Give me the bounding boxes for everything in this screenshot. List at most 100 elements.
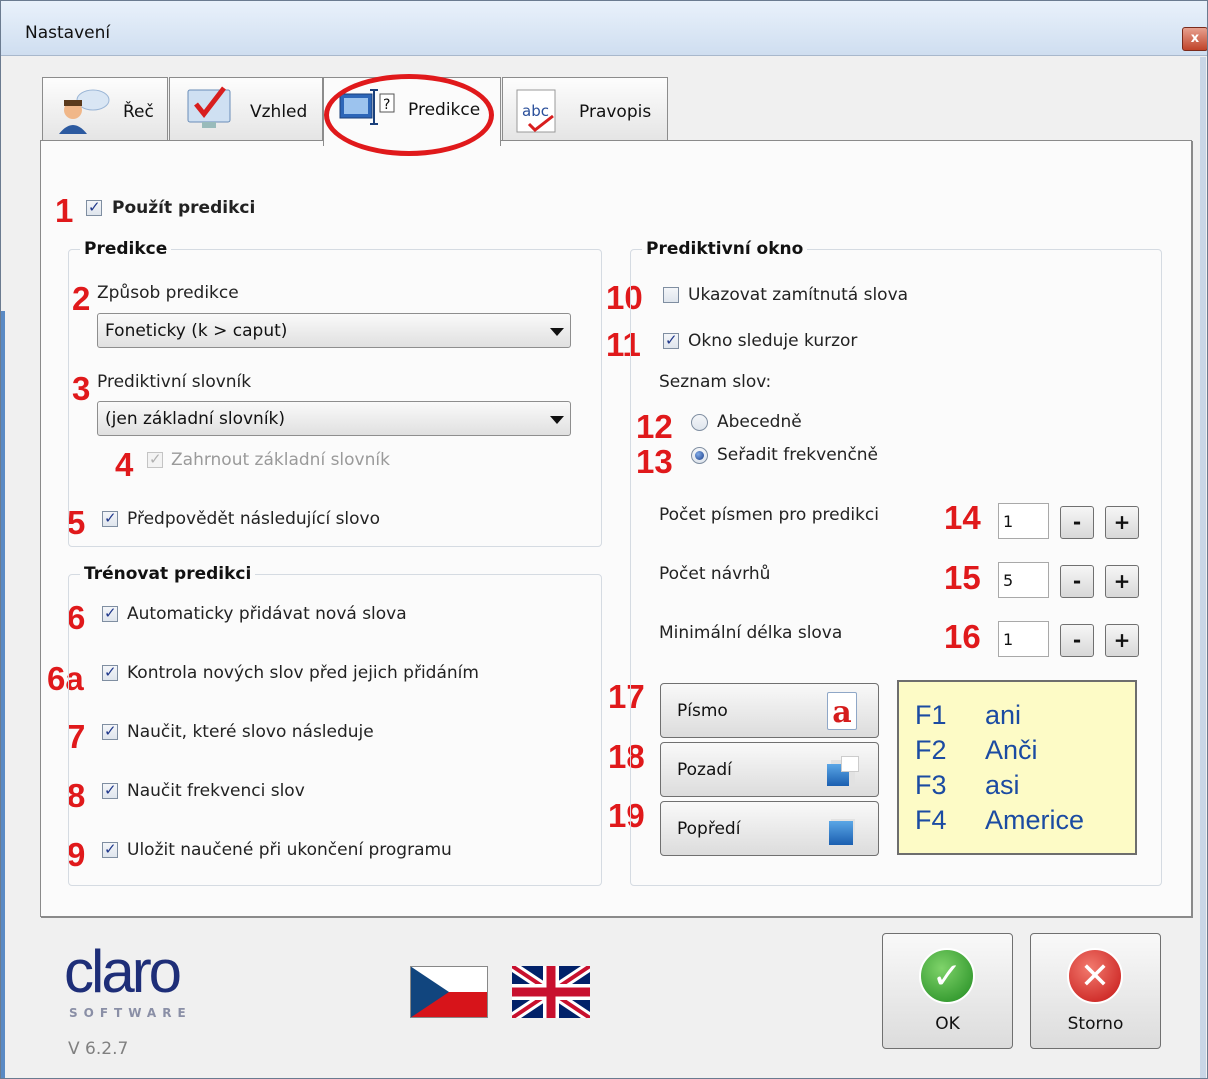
- preview-row: F2 Anči: [915, 735, 1038, 766]
- font-button-label: Písmo: [677, 701, 728, 721]
- save-learned-checkbox[interactable]: [102, 840, 118, 858]
- minlen-value: 1: [1003, 630, 1014, 649]
- chevron-down-icon: [550, 328, 564, 336]
- check-new-label: Kontrola nových slov před jejich přidání…: [127, 663, 479, 683]
- preview-key: F2: [915, 735, 947, 765]
- foreground-button-label: Popředí: [677, 819, 741, 839]
- minlen-label: Minimální délka slova: [659, 623, 843, 643]
- chevron-down-icon: [550, 416, 564, 424]
- word-list-label: Seznam slov:: [659, 372, 772, 392]
- svg-text:abc: abc: [522, 102, 549, 120]
- suggestions-minus-button[interactable]: -: [1060, 565, 1094, 598]
- save-learned-label: Uložit naučené při ukončení programu: [127, 840, 452, 860]
- tab-label: Vzhled: [250, 102, 308, 122]
- preview-key: F3: [915, 770, 947, 800]
- uk-flag-icon[interactable]: [512, 966, 590, 1018]
- close-button[interactable]: x: [1182, 27, 1207, 51]
- window-title: Nastavení: [25, 23, 111, 43]
- include-base-label: Zahrnout základní slovník: [171, 450, 390, 470]
- marker: 1: [55, 192, 74, 229]
- letters-label: Počet písmen pro predikci: [659, 505, 879, 525]
- show-rejected-checkbox[interactable]: [663, 287, 679, 303]
- method-select[interactable]: Foneticky (k > caput): [97, 313, 571, 348]
- check-icon: ✓: [919, 948, 975, 1004]
- follow-cursor-checkbox[interactable]: [663, 331, 679, 349]
- group-title: Prediktivní okno: [642, 239, 808, 259]
- learn-freq-label: Naučit frekvenci slov: [127, 781, 305, 801]
- preview-row: F3 asi: [915, 770, 1020, 801]
- letters-value: 1: [1003, 512, 1014, 531]
- speech-person-icon: [59, 89, 110, 134]
- suggestions-value: 5: [1003, 571, 1014, 590]
- auto-add-checkbox[interactable]: [102, 604, 118, 622]
- preview-word: asi: [985, 770, 1020, 800]
- learn-next-checkbox[interactable]: [102, 722, 118, 740]
- background-button-label: Pozadí: [677, 760, 732, 780]
- background-button[interactable]: Pozadí: [660, 742, 879, 797]
- sort-alpha-label: Abecedně: [717, 412, 802, 432]
- use-prediction-label: Použít predikci: [112, 198, 256, 218]
- window-edge: [1, 311, 5, 1078]
- cancel-icon: ✕: [1067, 948, 1123, 1004]
- claro-logo-sub: SOFTWARE: [69, 1006, 192, 1020]
- title-bar: Nastavení x: [1, 1, 1207, 56]
- sort-freq-radio[interactable]: [691, 447, 708, 464]
- cancel-button[interactable]: ✕ Storno: [1030, 933, 1161, 1049]
- preview-key: F1: [915, 700, 947, 730]
- sort-freq-label: Seřadit frekvenčně: [717, 445, 879, 465]
- version-label: V 6.2.7: [68, 1039, 129, 1059]
- group-title: Predikce: [80, 239, 172, 259]
- tab-label: Řeč: [123, 102, 154, 122]
- suggestions-label: Počet návrhů: [659, 564, 771, 584]
- auto-add-label: Automaticky přidávat nová slova: [127, 604, 407, 624]
- method-value: Foneticky (k > caput): [105, 321, 288, 341]
- highlight-circle: [324, 74, 494, 156]
- predict-next-checkbox[interactable]: [102, 509, 118, 527]
- preview-word: Anči: [985, 735, 1038, 765]
- preview-row: F4 Americe: [915, 805, 1084, 836]
- claro-logo: claro: [64, 938, 182, 1005]
- dict-label: Prediktivní slovník: [97, 372, 252, 392]
- tab-vzhled[interactable]: Vzhled: [169, 77, 323, 142]
- dict-select[interactable]: (jen základní slovník): [97, 401, 571, 436]
- window-edge: [1200, 57, 1206, 1078]
- letters-minus-button[interactable]: -: [1060, 506, 1094, 539]
- dict-value: (jen základní slovník): [105, 409, 286, 429]
- minlen-minus-button[interactable]: -: [1060, 624, 1094, 657]
- tab-pravopis[interactable]: abc Pravopis: [502, 77, 668, 142]
- ok-button[interactable]: ✓ OK: [882, 933, 1013, 1049]
- predict-next-label: Předpovědět následující slovo: [127, 509, 381, 529]
- preview-row: F1 ani: [915, 700, 1021, 731]
- tab-label: Pravopis: [579, 102, 652, 122]
- foreground-color-icon: [827, 815, 857, 845]
- tab-rec[interactable]: Řeč: [42, 77, 168, 142]
- include-base-checkbox[interactable]: [147, 450, 163, 468]
- preview-word: ani: [985, 700, 1022, 730]
- method-label: Způsob predikce: [97, 283, 239, 303]
- letters-field[interactable]: 1: [998, 503, 1049, 539]
- group-title: Trénovat predikci: [80, 564, 256, 584]
- preview-word: Americe: [985, 805, 1085, 835]
- cancel-label: Storno: [1067, 1014, 1124, 1034]
- minlen-field[interactable]: 1: [998, 621, 1049, 657]
- use-prediction-checkbox[interactable]: [86, 198, 102, 216]
- learn-next-label: Naučit, které slovo následuje: [127, 722, 374, 742]
- sort-alpha-radio[interactable]: [691, 414, 708, 431]
- foreground-button[interactable]: Popředí: [660, 801, 879, 856]
- background-color-icon: [827, 756, 859, 786]
- monitor-check-icon: [187, 86, 231, 128]
- ok-label: OK: [935, 1014, 960, 1034]
- preview-key: F4: [915, 805, 947, 835]
- follow-cursor-label: Okno sleduje kurzor: [688, 331, 858, 351]
- letters-plus-button[interactable]: +: [1105, 506, 1139, 539]
- learn-freq-checkbox[interactable]: [102, 781, 118, 799]
- font-icon: a: [827, 692, 857, 730]
- font-button[interactable]: Písmo a: [660, 683, 879, 738]
- suggestions-field[interactable]: 5: [998, 562, 1049, 598]
- prediction-preview: F1 ani F2 Anči F3 asi F4 Americe: [897, 680, 1137, 855]
- minlen-plus-button[interactable]: +: [1105, 624, 1139, 657]
- suggestions-plus-button[interactable]: +: [1105, 565, 1139, 598]
- czech-flag-icon[interactable]: [410, 966, 488, 1018]
- check-new-checkbox[interactable]: [102, 663, 118, 681]
- spelling-abc-icon: abc: [516, 89, 556, 133]
